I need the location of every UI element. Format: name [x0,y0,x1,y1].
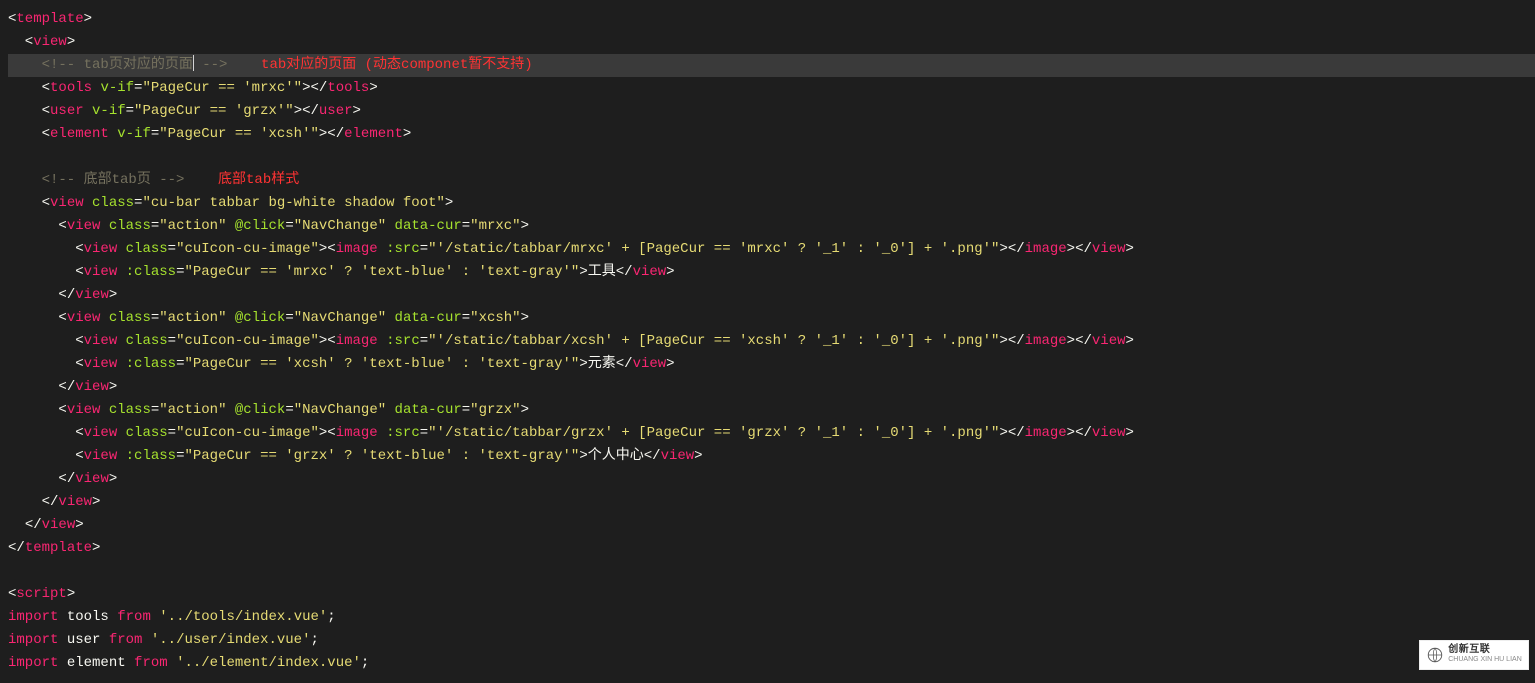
code-line[interactable]: <element v-if="PageCur == 'xcsh'"></elem… [8,123,1535,146]
code-line[interactable]: import user from '../user/index.vue'; [8,629,1535,652]
code-line[interactable]: import element from '../element/index.vu… [8,652,1535,675]
code-line[interactable]: <view class="cuIcon-cu-image"><image :sr… [8,238,1535,261]
code-line[interactable]: </view> [8,284,1535,307]
code-line[interactable] [8,146,1535,169]
code-line[interactable]: <view class="action" @click="NavChange" … [8,307,1535,330]
code-line[interactable]: import tools from '../tools/index.vue'; [8,606,1535,629]
code-line[interactable]: <view class="cu-bar tabbar bg-white shad… [8,192,1535,215]
watermark-logo: 创新互联 CHUANG XIN HU LIAN [1419,640,1529,670]
watermark-sub: CHUANG XIN HU LIAN [1448,655,1522,665]
code-line[interactable]: </template> [8,537,1535,560]
code-line[interactable]: </view> [8,491,1535,514]
code-line[interactable]: <user v-if="PageCur == 'grzx'"></user> [8,100,1535,123]
code-line[interactable]: </view> [8,376,1535,399]
code-line[interactable] [8,560,1535,583]
text-cursor [193,55,194,71]
code-editor[interactable]: <template> <view> <!-- tab页对应的页面 --> tab… [0,0,1535,683]
globe-icon [1426,646,1444,664]
code-line-active[interactable]: <!-- tab页对应的页面 --> tab对应的页面 (动态componet暂… [8,54,1535,77]
code-line[interactable]: <view class="cuIcon-cu-image"><image :sr… [8,330,1535,353]
code-line[interactable]: <view :class="PageCur == 'grzx' ? 'text-… [8,445,1535,468]
code-line[interactable]: <!-- 底部tab页 --> 底部tab样式 [8,169,1535,192]
code-line[interactable]: <view class="action" @click="NavChange" … [8,215,1535,238]
code-line[interactable]: <view> [8,31,1535,54]
code-line[interactable]: <tools v-if="PageCur == 'mrxc'"></tools> [8,77,1535,100]
code-line[interactable]: <template> [8,8,1535,31]
code-line[interactable]: </view> [8,468,1535,491]
code-line[interactable]: <view :class="PageCur == 'mrxc' ? 'text-… [8,261,1535,284]
code-line[interactable]: <script> [8,583,1535,606]
code-line[interactable]: <view class="cuIcon-cu-image"><image :sr… [8,422,1535,445]
code-line[interactable]: <view class="action" @click="NavChange" … [8,399,1535,422]
inline-annotation: tab对应的页面 (动态componet暂不支持) [227,57,532,73]
code-line[interactable]: </view> [8,514,1535,537]
inline-annotation: 底部tab样式 [184,172,299,188]
watermark-brand: 创新互联 [1448,645,1522,655]
code-line[interactable]: <view :class="PageCur == 'xcsh' ? 'text-… [8,353,1535,376]
